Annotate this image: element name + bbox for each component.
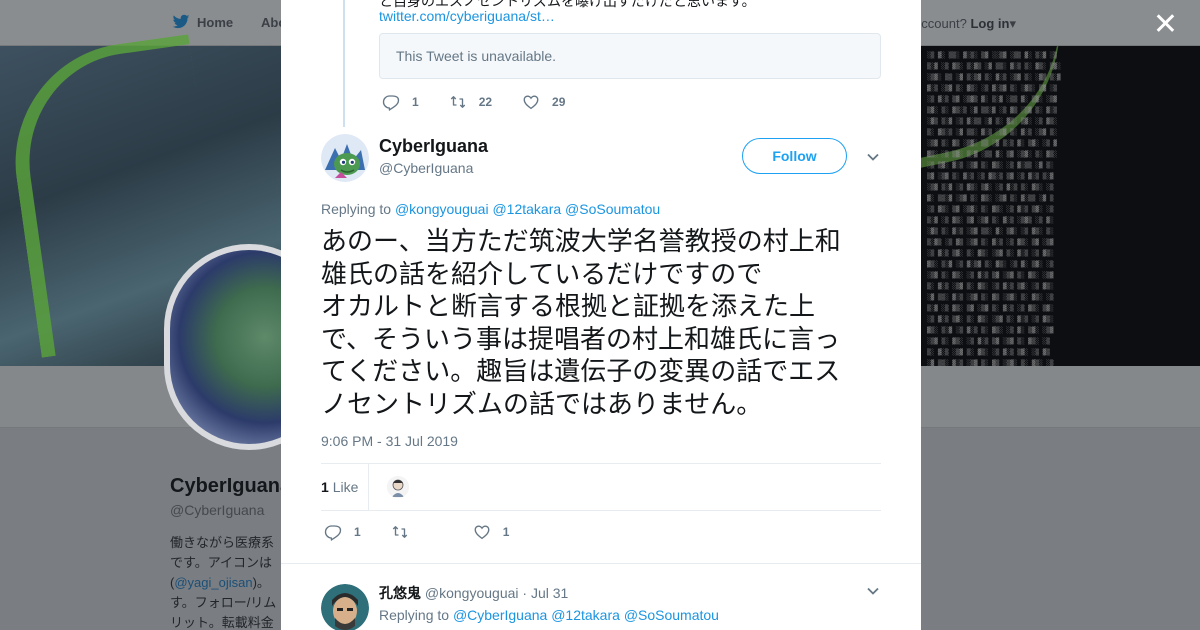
twitter-bird-icon[interactable] — [172, 14, 190, 30]
login-area: ccount? Log in▾ — [921, 16, 1016, 32]
like-action[interactable]: 1 — [473, 523, 510, 541]
reply-author-name[interactable]: 孔悠鬼 — [379, 585, 421, 601]
profile-bio: 働きながら医療系 です。アイコンは (@yagi_ojisan)。 す。フォロー… — [170, 533, 276, 630]
follow-button[interactable]: Follow — [742, 138, 847, 174]
retweet-action[interactable]: 22 — [449, 93, 492, 111]
liker-avatar[interactable] — [387, 476, 409, 498]
mention-link[interactable]: @CyberIguana — [453, 607, 547, 623]
bio-line: 働きながら医療系 — [170, 535, 275, 550]
author-avatar[interactable] — [321, 134, 369, 182]
mention-link[interactable]: @SoSoumatou — [565, 201, 660, 217]
bio-line: です。アイコンは — [170, 555, 273, 570]
chevron-down-icon[interactable] — [866, 150, 880, 164]
reply-action[interactable]: 1 — [324, 523, 361, 541]
like-icon — [474, 525, 490, 540]
retweet-action[interactable] — [391, 523, 421, 541]
author-handle[interactable]: @CyberIguana — [379, 160, 473, 176]
previous-tweet-link[interactable]: twitter.com/cyberiguana/st… — [379, 8, 555, 24]
tweet-actions: 1 1 — [324, 523, 539, 541]
likes-stat[interactable]: 1 Like — [321, 479, 358, 495]
mention-link[interactable]: @12takara — [492, 201, 561, 217]
bio-line: (@yagi_ojisan)。 — [170, 573, 276, 593]
bio-line: す。フォロー/リム — [170, 595, 277, 610]
nav-home[interactable]: Home — [197, 15, 233, 30]
avatar-image — [387, 476, 409, 498]
replying-to-label: Replying to — [321, 201, 392, 217]
tweet-text-line: で、そういう事は提唱者の村上和雄氏に言っ — [321, 324, 840, 355]
tweet-text-line: ノセントリズムの話ではありません。 — [321, 389, 763, 420]
retweet-icon — [392, 526, 407, 538]
reply-action[interactable]: 1 — [382, 93, 419, 111]
previous-tweet-actions: 1 22 29 — [382, 93, 595, 111]
bio-mention-link[interactable]: @yagi_ojisan — [174, 575, 252, 590]
tweet-text-line: あのー、当方ただ筑波大学名誉教授の村上和 — [321, 227, 841, 257]
author-display-name[interactable]: CyberIguana — [379, 136, 488, 157]
avatar-image — [321, 134, 369, 182]
reply-count: 1 — [354, 525, 361, 539]
like-action[interactable]: 29 — [522, 93, 565, 111]
tweet-text-line: オカルトと断言する根拠と証拠を添えた上 — [321, 292, 816, 322]
tweet-text-line: 雄氏の話を紹介しているだけですので — [321, 259, 763, 290]
tweet-timestamp[interactable]: 9:06 PM - 31 Jul 2019 — [321, 433, 458, 449]
bio-text: )。 — [252, 575, 270, 590]
account-prompt: ccount? — [921, 16, 967, 31]
chevron-down-icon[interactable] — [866, 584, 880, 598]
retweet-count: 22 — [478, 95, 493, 109]
reply-count: 1 — [412, 95, 419, 109]
tweet-text: あのー、当方ただ筑波大学名誉教授の村上和 雄氏の話を紹介しているだけですので オ… — [321, 226, 886, 421]
tweet-modal: と自身のエスノセントリズムを曝け出すだけだと思います。 twitter.com/… — [281, 0, 921, 630]
mention-link[interactable]: @12takara — [551, 607, 620, 623]
mention-link[interactable]: @kongyouguai — [395, 201, 489, 217]
tweet-stats: 1 Like — [321, 463, 881, 511]
caret-down-icon[interactable]: ▾ — [1009, 16, 1016, 31]
login-link[interactable]: Log in — [970, 16, 1009, 31]
thread-connector-line — [343, 0, 345, 127]
profile-banner-right: ░▒ ▓░ ▒▒░ ▓░▒░ ▒▓ ░░▒▓ ░▒▒ ▓░ ▒░▓ ░▒ ▒░▓… — [921, 46, 1200, 366]
like-count: 29 — [552, 95, 566, 109]
quoted-tweet-unavailable: This Tweet is unavailable. — [379, 33, 881, 79]
likes-stat-count: 1 — [321, 479, 329, 495]
profile-display-name[interactable]: CyberIguana — [170, 475, 291, 498]
likes-stat-label: Like — [332, 479, 359, 495]
reply-icon — [382, 95, 400, 111]
reply-replying-to: Replying to @CyberIguana @12takara @SoSo… — [379, 607, 719, 623]
retweet-icon — [450, 96, 465, 108]
reply-author-avatar[interactable] — [321, 584, 369, 630]
bio-line: リット。転載料金 — [170, 615, 274, 630]
banner-pattern: ░▒ ▓░ ▒▒░ ▓░▒░ ▒▓ ░░▒▓ ░▒▒ ▓░ ▒░▓ ░▒ ▒░▓… — [927, 52, 1061, 366]
reply-icon — [324, 525, 342, 541]
like-count: 1 — [502, 525, 510, 539]
tweet-text-line: てください。趣旨は遺伝子の変異の話でエス — [321, 357, 841, 387]
stats-divider — [368, 464, 369, 510]
tweet-divider — [281, 563, 921, 564]
close-icon[interactable]: ✕ — [1153, 10, 1178, 40]
like-icon — [523, 95, 539, 110]
replying-to-label: Replying to — [379, 607, 450, 623]
reply-author-handle[interactable]: @kongyouguai — [425, 585, 519, 601]
mention-link[interactable]: @SoSoumatou — [624, 607, 719, 623]
replying-to: Replying to @kongyouguai @12takara @SoSo… — [321, 201, 660, 217]
reply-date[interactable]: · Jul 31 — [522, 585, 568, 601]
reply-author-line: 孔悠鬼 @kongyouguai · Jul 31 — [379, 583, 568, 603]
avatar-image — [321, 584, 369, 630]
profile-handle[interactable]: @CyberIguana — [170, 502, 264, 518]
